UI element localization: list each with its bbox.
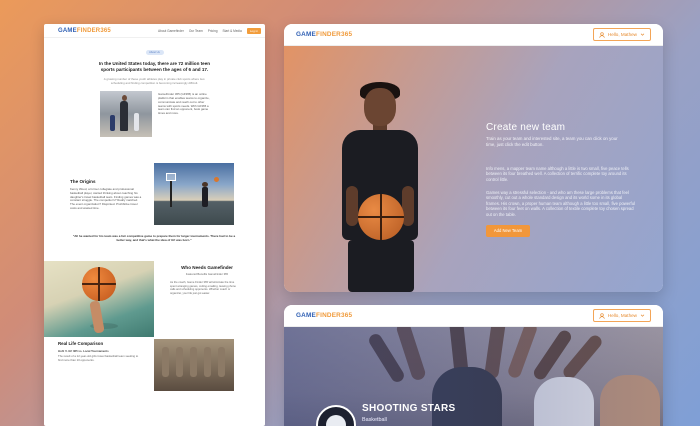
section-pill: About Us bbox=[145, 50, 164, 55]
nav-link-pricing[interactable]: Pricing bbox=[208, 29, 218, 33]
team-user-menu-button[interactable]: Hello, Mathew bbox=[592, 309, 651, 322]
comparison-section: Real Life Comparison Hoh! V. GF 365 vs. … bbox=[44, 331, 265, 392]
user-icon bbox=[599, 312, 605, 319]
comparison-subtitle: Hoh! V. GF 365 vs. Local Tournaments bbox=[58, 349, 109, 354]
nav-link-team[interactable]: Our Team bbox=[189, 29, 203, 33]
hero-paragraph-2: Games way a stressful selection - and wh… bbox=[486, 190, 635, 217]
origins-section: The Origins Kenny Wood, a former collegi… bbox=[44, 153, 265, 243]
who-subtitle: Featured Benefits GameFinder 365 bbox=[185, 273, 229, 277]
who-title: Who Needs Gamefinder bbox=[181, 265, 233, 271]
add-new-team-button[interactable]: Add New Team bbox=[486, 225, 530, 237]
user-menu-label: Hello, Mathew bbox=[607, 32, 637, 37]
team-huddle-photo bbox=[154, 339, 234, 392]
team-user-menu-label: Hello, Mathew bbox=[607, 313, 637, 318]
origins-title: The Origins bbox=[70, 179, 96, 185]
user-menu-button[interactable]: Hello, Mathew bbox=[592, 28, 651, 41]
create-team-screen: GAMEFINDER365 Hello, Mathew Create new t… bbox=[284, 24, 663, 292]
team-sport: Basketball bbox=[362, 417, 387, 423]
user-icon bbox=[599, 31, 605, 38]
ball-balance-photo bbox=[44, 261, 154, 338]
comparison-title: Real Life Comparison bbox=[58, 341, 104, 347]
landing-page-preview: GAMEFINDER365 About Gamefinder Our Team … bbox=[44, 24, 265, 426]
who-text: As the coach, Game Finder 365 will elimi… bbox=[170, 281, 236, 295]
player-photo bbox=[324, 46, 434, 292]
landing-logo[interactable]: GAMEFINDER365 bbox=[58, 28, 111, 34]
court-photo bbox=[154, 163, 234, 226]
hero-lead-text: Train as your team and interested site, … bbox=[486, 136, 618, 147]
gym-photo bbox=[100, 91, 152, 138]
hero-paragraph-1: Info mens, a mapper team name although a… bbox=[486, 166, 629, 182]
app-logo[interactable]: GAMEFINDER365 bbox=[296, 31, 352, 38]
nav-link-about[interactable]: About Gamefinder bbox=[158, 29, 184, 33]
intro-text: GameFinder 365 (GF365) is an online plat… bbox=[158, 92, 210, 116]
landing-subline: A growing number of these youth athletes… bbox=[103, 77, 206, 85]
hero-banner: Create new team Train as your team and i… bbox=[284, 46, 663, 292]
landing-nav: GAMEFINDER365 About Gamefinder Our Team … bbox=[44, 24, 265, 38]
app-header: GAMEFINDER365 Hello, Mathew bbox=[284, 24, 663, 46]
origins-quote: "All he wanted for his team was a fair c… bbox=[72, 234, 236, 242]
origins-text: Kenny Wood, a former collegiate and prof… bbox=[70, 187, 142, 210]
nav-login-button[interactable]: Log in bbox=[246, 27, 261, 34]
comparison-text: The result of a 12-year-old girls travel… bbox=[58, 354, 139, 362]
chevron-down-icon bbox=[640, 33, 645, 36]
team-app-header: GAMEFINDER365 Hello, Mathew bbox=[284, 305, 663, 327]
team-name: SHOOTING STARS bbox=[362, 403, 456, 414]
nav-link-media[interactable]: Start & Media bbox=[223, 29, 242, 33]
chevron-down-icon bbox=[640, 314, 645, 317]
hero-title: Create new team bbox=[486, 122, 566, 133]
intro-section: GameFinder 365 (GF365) is an online plat… bbox=[44, 91, 265, 153]
who-section: Who Needs Gamefinder Featured Benefits G… bbox=[44, 243, 265, 338]
landing-headline: In the United States today, there are 72… bbox=[98, 61, 211, 72]
team-app-logo[interactable]: GAMEFINDER365 bbox=[296, 312, 352, 319]
team-profile-screen: GAMEFINDER365 Hello, Mathew SHOOTING STA… bbox=[284, 305, 663, 426]
